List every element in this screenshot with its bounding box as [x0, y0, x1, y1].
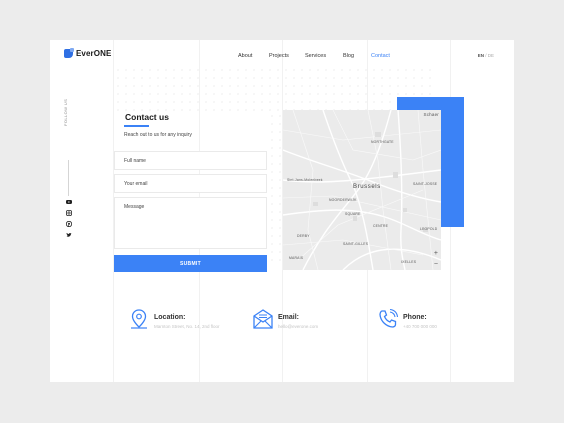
map-label: LEOPOLD — [420, 227, 438, 231]
dot-pattern — [268, 112, 282, 262]
phone-title: Phone: — [403, 314, 427, 321]
page-card: EverONE About Projects Services Blog Con… — [50, 40, 514, 382]
map-label: SAINT-JOSSE — [413, 182, 438, 186]
nav-item-blog[interactable]: Blog — [343, 53, 354, 59]
nav-item-contact[interactable]: Contact — [371, 53, 390, 59]
brand-logo[interactable]: EverONE — [64, 48, 112, 58]
map-label: SAINT-GILLES — [343, 242, 369, 246]
logo-icon — [64, 48, 74, 58]
title-underline — [124, 125, 149, 127]
map-roads — [283, 110, 441, 270]
envelope-icon — [253, 309, 273, 329]
nav-item-projects[interactable]: Projects — [269, 53, 289, 59]
location-value: Marnton Street, No. 14, 2nd floor — [154, 324, 220, 329]
email-input[interactable] — [114, 174, 267, 193]
dot-pattern — [114, 66, 434, 112]
message-textarea[interactable] — [114, 197, 267, 249]
phone-value[interactable]: +40 700 000 000 — [403, 324, 437, 329]
zoom-in-button[interactable]: + — [434, 250, 438, 257]
zoom-out-button[interactable]: − — [434, 261, 438, 268]
nav-item-about[interactable]: About — [238, 53, 252, 59]
nav-item-services[interactable]: Services — [305, 53, 326, 59]
contact-subtitle: Reach out to us for any inquiry — [124, 132, 192, 138]
map-label: Sint-Jans-Molenbeek — [287, 178, 323, 182]
submit-button[interactable]: SUBMIT — [114, 255, 267, 272]
map-label: MARAIS — [289, 256, 304, 260]
map-label: NORTHGATE — [371, 140, 394, 144]
map-label: DERBY — [297, 234, 310, 238]
language-switcher[interactable]: EN / DE — [478, 53, 494, 58]
phone-icon — [379, 308, 399, 328]
lang-other[interactable]: DE — [488, 53, 494, 58]
map-label: IXELLES — [401, 260, 417, 264]
email-title: Email: — [278, 314, 300, 321]
brand-name: EverONE — [76, 49, 112, 58]
pinterest-icon[interactable] — [66, 221, 72, 227]
map-panel[interactable]: Schaer NORTHGATE Sint-Jans-Molenbeek SAI… — [283, 110, 441, 270]
fullname-input[interactable] — [114, 151, 267, 170]
location-title: Location: — [154, 314, 186, 321]
map-label: SQUARE — [345, 212, 361, 216]
map-city-label: Brussels — [353, 184, 381, 190]
youtube-icon[interactable] — [66, 199, 72, 205]
contact-title: Contact us — [125, 112, 169, 122]
location-pin-icon — [131, 309, 147, 329]
twitter-icon[interactable] — [66, 232, 72, 238]
instagram-icon[interactable] — [66, 210, 72, 216]
follow-divider — [67, 160, 69, 196]
map-label: CENTRE — [373, 224, 389, 228]
follow-us-label: FOLLOW US — [63, 98, 68, 126]
email-value[interactable]: hello@everone.com — [278, 324, 318, 329]
map-label: Schaer — [423, 112, 439, 117]
map-label: NOORDERWIJK — [329, 198, 357, 202]
